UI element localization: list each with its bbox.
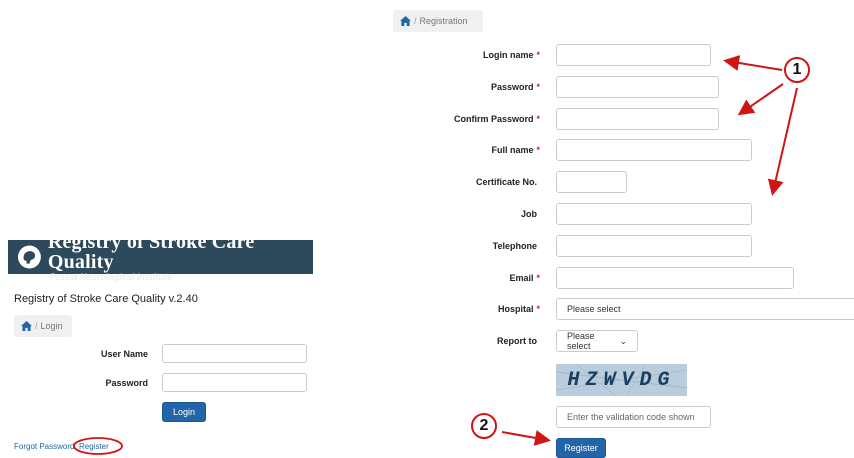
annotation-arrows (501, 55, 798, 446)
annotation-badge-2: 2 (471, 413, 497, 439)
annotation-badge-1: 1 (784, 57, 810, 83)
